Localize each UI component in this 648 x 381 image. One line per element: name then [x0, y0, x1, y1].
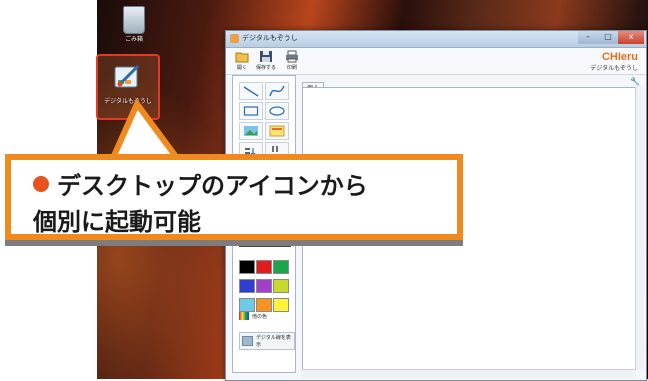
ellipse-tool-button[interactable] [265, 102, 289, 120]
rectangle-icon [243, 106, 259, 116]
folder-icon [235, 52, 249, 63]
color-swatch[interactable] [256, 298, 272, 312]
color-swatch[interactable] [273, 260, 289, 274]
color-swatch[interactable] [239, 260, 255, 274]
printer-icon [286, 50, 298, 63]
sticker-tool-button[interactable] [265, 122, 289, 140]
picture-icon [244, 126, 258, 136]
recycle-bin-shortcut[interactable]: ごみ箱 [109, 6, 159, 43]
brand-subtitle: デジタルもぞうし [590, 65, 638, 72]
straight-line-icon [243, 86, 259, 97]
color-swatch[interactable] [239, 298, 255, 312]
main-toolbar: 開く 保存する 印刷 CHIeru デジタルもぞうし [226, 48, 646, 75]
recycle-bin-label: ごみ箱 [124, 36, 143, 43]
ellipse-icon [269, 106, 285, 116]
color-swatch[interactable] [273, 279, 289, 293]
maximize-button[interactable]: □ [598, 31, 618, 44]
sticker-icon [269, 125, 285, 137]
grid-lines-icon [242, 336, 254, 346]
print-label: 印刷 [286, 65, 297, 71]
bullet-dot-icon [33, 176, 49, 192]
close-button[interactable]: x [618, 31, 644, 44]
vertical-scrollbar[interactable] [635, 87, 644, 370]
show-digital-lines-label: デジタル線を表示 [256, 335, 291, 348]
callout-line-1: デスクトップのアイコンから [33, 166, 368, 201]
window-titlebar[interactable]: デジタルもぞうし – □ x [226, 31, 646, 48]
horizontal-scrollbar[interactable] [302, 369, 636, 378]
save-button[interactable]: 保存する [254, 50, 278, 71]
other-color-label: 他の色 [252, 313, 268, 320]
color-swatch[interactable] [273, 298, 289, 312]
line-width-indicator[interactable] [239, 244, 291, 247]
window-title: デジタルもぞうし [242, 34, 298, 42]
color-swatch-grid [239, 260, 291, 317]
window-app-icon [230, 34, 239, 43]
color-spectrum-icon [239, 312, 249, 320]
color-swatch[interactable] [256, 260, 272, 274]
feature-callout: デスクトップのアイコンから 個別に起動可能 [5, 154, 463, 240]
callout-line-2: 個別に起動可能 [33, 208, 201, 236]
brand-logo: CHIeru デジタルもぞうし [590, 51, 638, 72]
color-swatch[interactable] [256, 279, 272, 293]
curve-tool-button[interactable] [265, 82, 289, 100]
color-swatch[interactable] [239, 279, 255, 293]
brand-name: CHIeru [601, 51, 638, 63]
print-button[interactable]: 印刷 [280, 50, 304, 71]
other-color-button[interactable]: 他の色 [239, 312, 267, 320]
open-label: 開く [236, 65, 247, 71]
floppy-disk-icon [260, 51, 272, 62]
sheet-tab-bar: 個人 [302, 75, 325, 95]
open-button[interactable]: 開く [230, 50, 254, 71]
wrench-icon[interactable]: 🔧 [630, 77, 640, 86]
curve-icon [269, 85, 285, 97]
show-digital-lines-toggle[interactable]: デジタル線を表示 [239, 332, 295, 350]
paintbrush-app-icon [114, 64, 140, 88]
rectangle-tool-button[interactable] [239, 102, 263, 120]
line-tool-button[interactable] [239, 82, 263, 100]
image-tool-button[interactable] [239, 122, 263, 140]
recycle-bin-icon [123, 6, 145, 34]
callout-pointer [108, 100, 183, 162]
minimize-button[interactable]: – [578, 31, 598, 44]
save-label: 保存する [255, 65, 276, 71]
callout-line-1-text: デスクトップのアイコンから [57, 172, 368, 200]
